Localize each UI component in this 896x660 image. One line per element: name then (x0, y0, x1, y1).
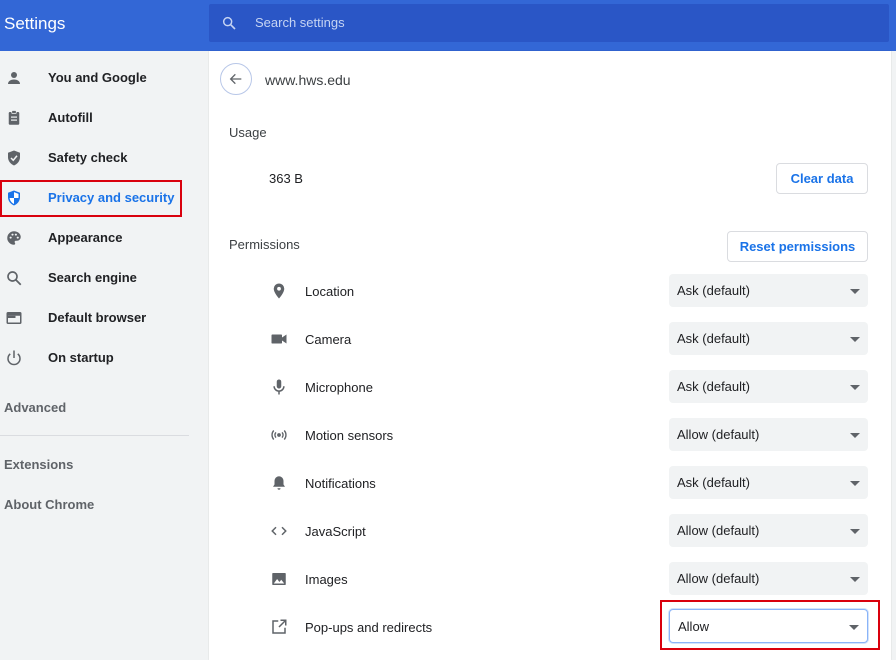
sidebar-item-safety-check[interactable]: Safety check (0, 138, 208, 178)
bell-icon (273, 476, 285, 490)
camera-select[interactable]: Ask (default) (669, 322, 868, 355)
image-icon (272, 573, 286, 585)
permission-row-camera: Camera Ask (default) (209, 315, 891, 363)
open-in-new-icon (272, 619, 287, 634)
sidebar-item-search-engine[interactable]: Search engine (0, 258, 208, 298)
dropdown-arrow-icon (850, 337, 860, 342)
app-title: Settings (4, 14, 66, 33)
permission-row-motion-sensors: Motion sensors Allow (default) (209, 411, 891, 459)
shield-check-icon (8, 150, 20, 166)
location-select[interactable]: Ask (default) (669, 274, 868, 307)
camera-icon (271, 334, 287, 344)
select-value: Ask (default) (677, 379, 750, 394)
location-pin-icon (273, 283, 285, 299)
code-icon (271, 526, 287, 536)
sidebar-item-you-and-google[interactable]: You and Google (0, 58, 208, 98)
permission-label: Camera (305, 332, 352, 347)
sidebar-item-label: Default browser (48, 310, 147, 325)
sidebar-item-appearance[interactable]: Appearance (0, 218, 208, 258)
sidebar-item-autofill[interactable]: Autofill (0, 98, 208, 138)
clipboard-icon (8, 110, 20, 125)
select-value: Ask (default) (677, 475, 750, 490)
search-box[interactable] (209, 4, 889, 42)
usage-label: Usage (229, 125, 267, 140)
notifications-select[interactable]: Ask (default) (669, 466, 868, 499)
permission-label: Location (305, 284, 355, 299)
select-value: Allow (default) (677, 427, 760, 442)
microphone-icon (273, 379, 285, 395)
search-icon (7, 271, 22, 286)
site-settings-panel: www.hws.edu Usage 363 B Clear data Permi… (209, 51, 891, 660)
usage-value: 363 B (269, 171, 303, 186)
sidebar-about-chrome[interactable]: About Chrome (4, 497, 94, 512)
clear-data-button[interactable]: Clear data (776, 163, 868, 194)
sidebar-item-label: Safety check (48, 150, 128, 165)
permission-row-location: Location Ask (default) (209, 267, 891, 315)
permission-label: Microphone (305, 380, 373, 395)
sidebar-divider (0, 435, 189, 436)
dropdown-arrow-icon (850, 577, 860, 582)
sidebar-item-default-browser[interactable]: Default browser (0, 298, 208, 338)
highlight-box-popups (660, 600, 880, 650)
sidebar-item-label: Appearance (48, 230, 123, 245)
arrow-back-icon (229, 73, 242, 85)
sidebar: You and Google Autofill Safety check Pri… (0, 51, 208, 660)
dropdown-arrow-icon (850, 529, 860, 534)
search-input[interactable] (255, 4, 855, 42)
permission-row-notifications: Notifications Ask (default) (209, 459, 891, 507)
sidebar-item-label: You and Google (48, 70, 147, 85)
highlight-box-privacy (0, 180, 182, 217)
permission-row-images: Images Allow (default) (209, 555, 891, 603)
select-value: Allow (default) (677, 523, 760, 538)
palette-icon (7, 231, 21, 245)
motion-sensors-select[interactable]: Allow (default) (669, 418, 868, 451)
permission-label: Images (305, 572, 348, 587)
images-select[interactable]: Allow (default) (669, 562, 868, 595)
dropdown-arrow-icon (850, 289, 860, 294)
sidebar-extensions[interactable]: Extensions (4, 457, 73, 472)
sidebar-item-label: Search engine (48, 270, 137, 285)
microphone-select[interactable]: Ask (default) (669, 370, 868, 403)
browser-icon (6, 312, 22, 324)
power-icon (7, 350, 21, 366)
motion-sensor-icon (271, 430, 287, 440)
permission-label: Motion sensors (305, 428, 394, 443)
javascript-select[interactable]: Allow (default) (669, 514, 868, 547)
sidebar-item-label: On startup (48, 350, 114, 365)
site-title: www.hws.edu (265, 72, 351, 88)
dropdown-arrow-icon (850, 481, 860, 486)
permission-label: JavaScript (305, 524, 366, 539)
top-bar: Settings (0, 0, 896, 51)
permission-row-javascript: JavaScript Allow (default) (209, 507, 891, 555)
search-icon (222, 16, 236, 30)
person-icon (8, 72, 20, 84)
permission-label: Pop-ups and redirects (305, 620, 433, 635)
sidebar-advanced[interactable]: Advanced (4, 400, 66, 415)
permissions-label: Permissions (229, 237, 300, 252)
permission-label: Notifications (305, 476, 376, 491)
permission-row-microphone: Microphone Ask (default) (209, 363, 891, 411)
dropdown-arrow-icon (850, 433, 860, 438)
reset-permissions-button[interactable]: Reset permissions (727, 231, 868, 262)
select-value: Allow (default) (677, 571, 760, 586)
select-value: Ask (default) (677, 283, 750, 298)
dropdown-arrow-icon (850, 385, 860, 390)
sidebar-item-label: Autofill (48, 110, 93, 125)
sidebar-item-on-startup[interactable]: On startup (0, 338, 208, 378)
back-button[interactable] (220, 63, 252, 95)
select-value: Ask (default) (677, 331, 750, 346)
